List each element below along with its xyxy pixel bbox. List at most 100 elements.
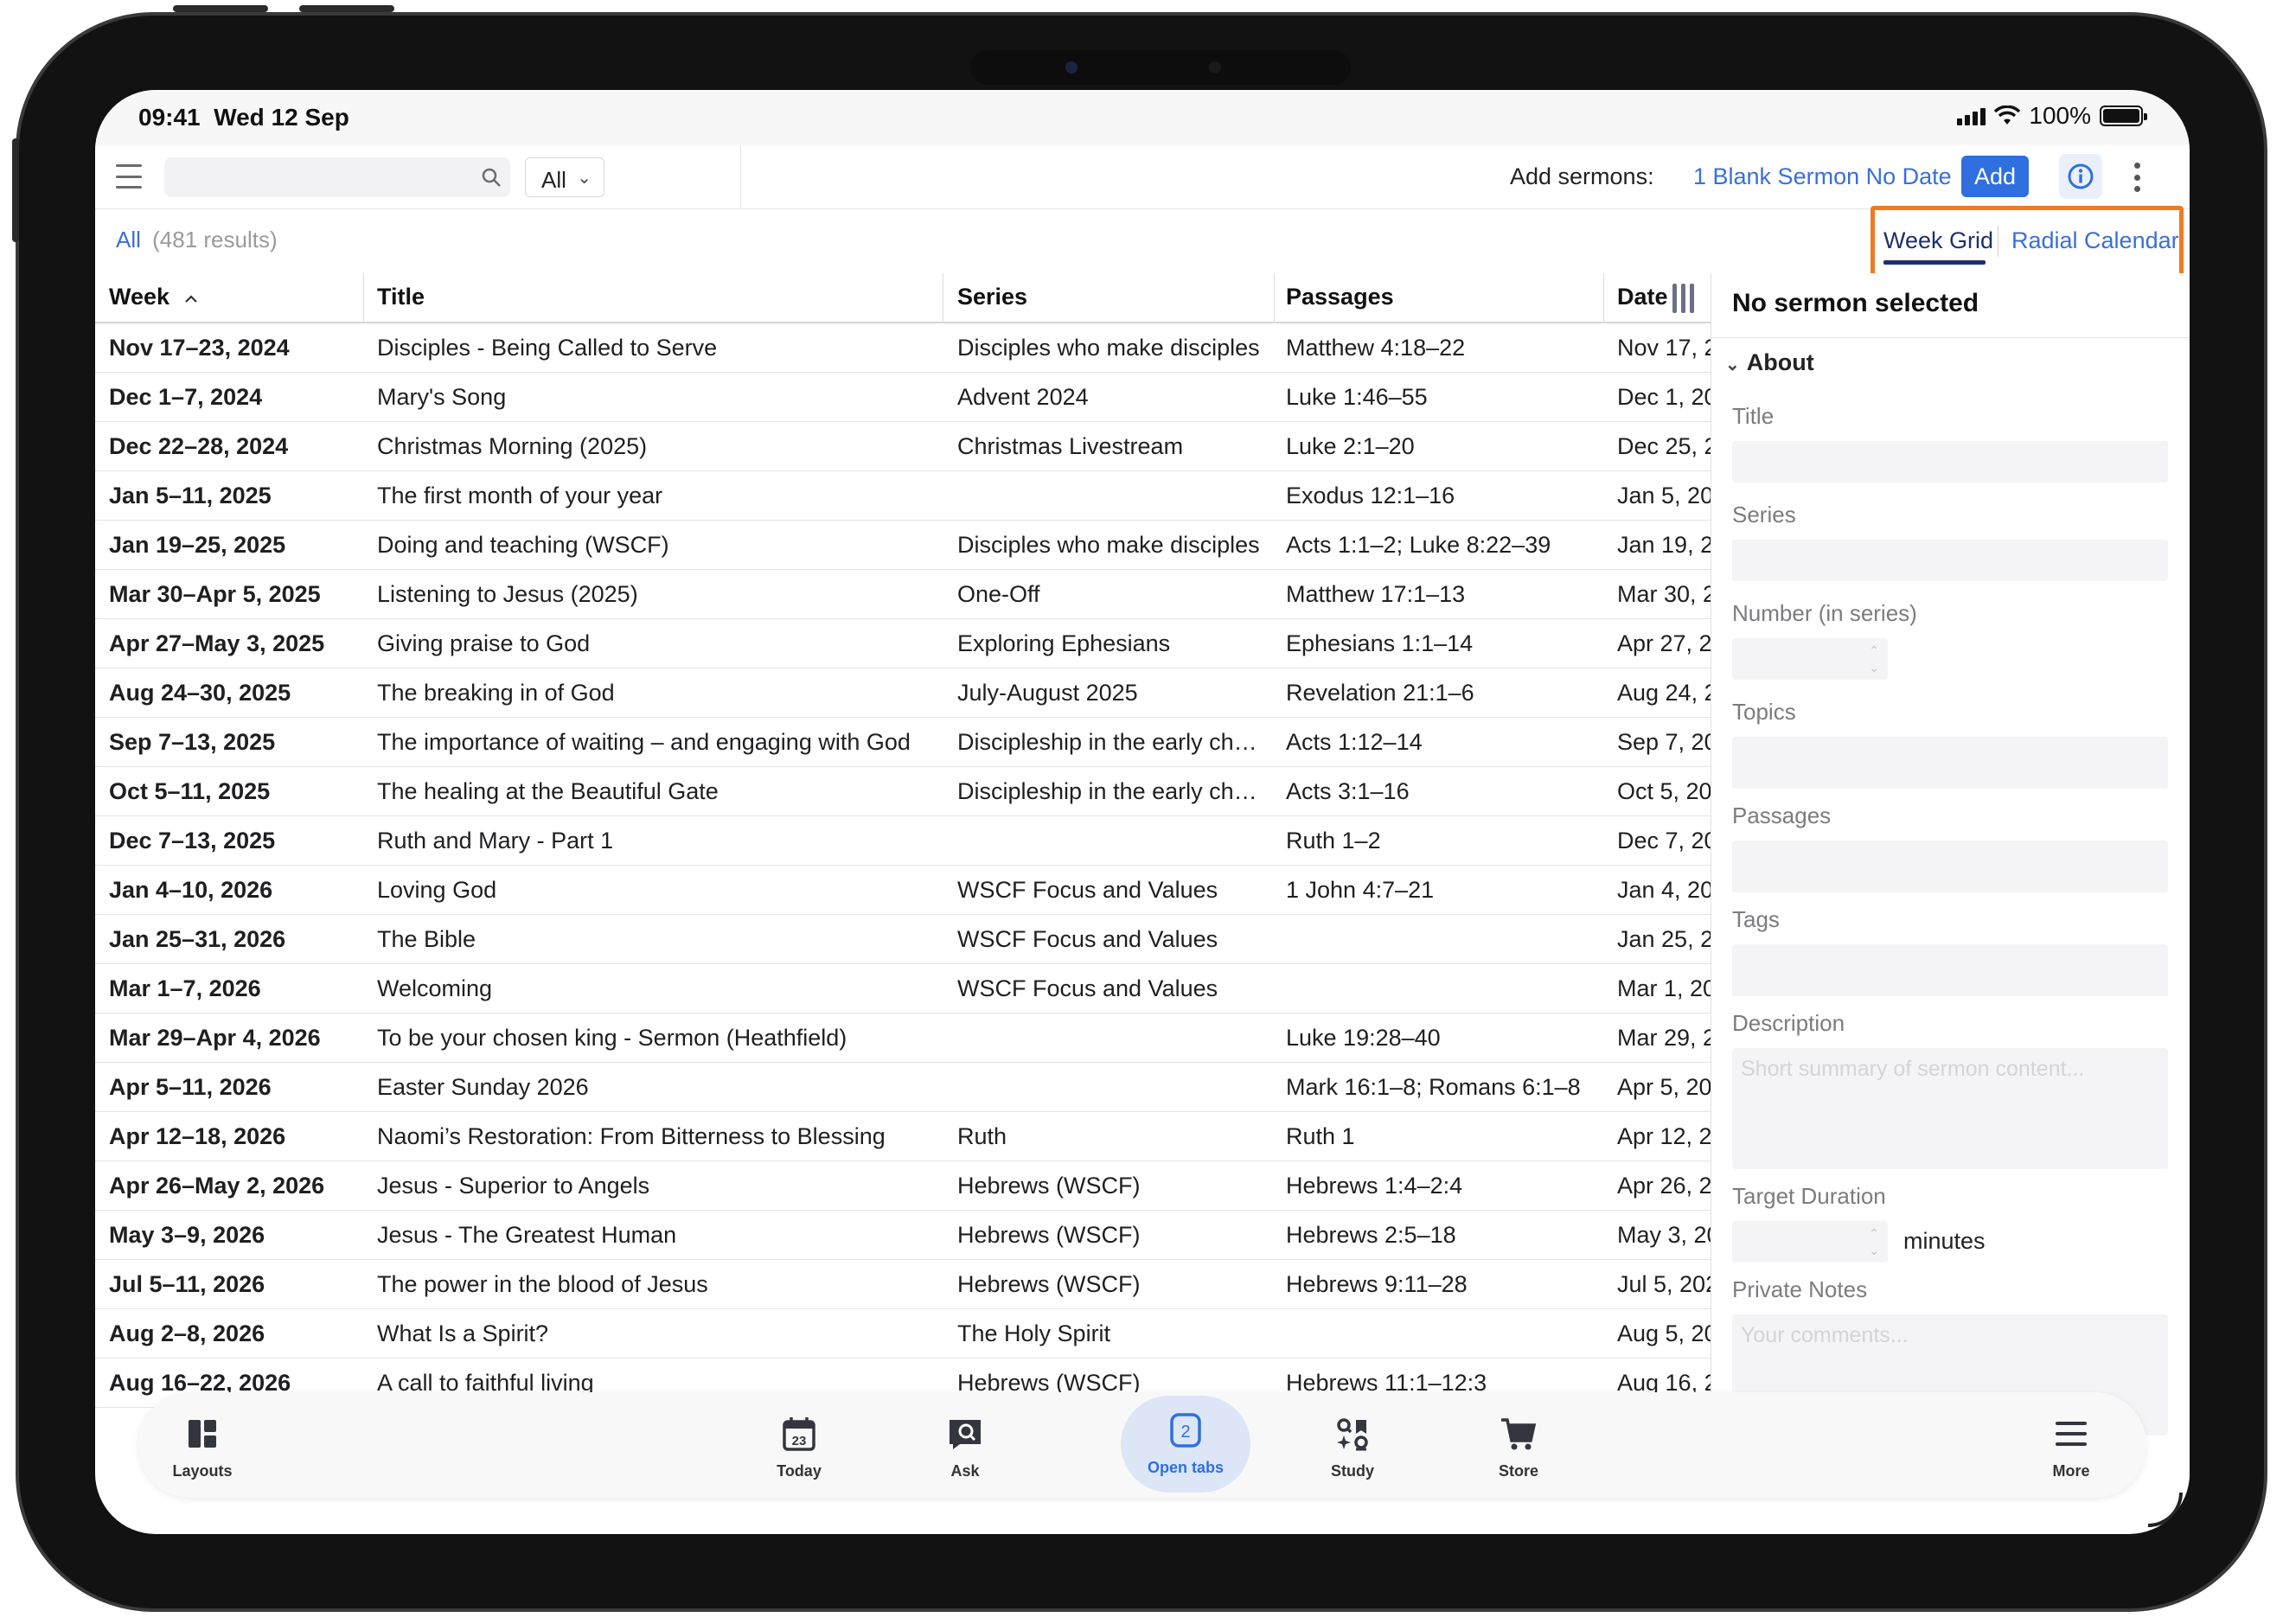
status-time: 09:41 Wed 12 Sep xyxy=(138,104,349,131)
panel-resize-handle[interactable] xyxy=(1672,284,1700,313)
column-divider[interactable] xyxy=(363,273,364,323)
stepper-arrows-icon[interactable]: ⌃ ⌄ xyxy=(1869,1224,1879,1259)
cell-passages: Ephesians 1:1–14 xyxy=(1286,630,1474,656)
cell-title: Doing and teaching (WSCF) xyxy=(377,532,669,558)
cell-passages: Matthew 17:1–13 xyxy=(1286,581,1466,607)
table-row[interactable]: Oct 5–11, 2025 The healing at the Beautif… xyxy=(95,767,1711,816)
column-header-passages[interactable]: Passages xyxy=(1286,284,1394,310)
cell-week: Jul 5–11, 2026 xyxy=(109,1271,265,1297)
add-sermons-label: Add sermons: xyxy=(1510,163,1654,189)
nav-store[interactable]: Store xyxy=(1458,1403,1579,1480)
cell-title: The Bible xyxy=(377,926,476,952)
cell-week: Dec 22–28, 2024 xyxy=(109,433,289,459)
cell-date: Jan 4, 20 xyxy=(1617,877,1711,903)
table-row[interactable]: Dec 1–7, 2024 Mary's Song Advent 2024 Luke … xyxy=(95,373,1711,422)
nav-layouts[interactable]: Layouts xyxy=(142,1403,263,1480)
cell-title: To be your chosen king - Sermon (Heathfi… xyxy=(377,1025,847,1051)
tab-week-grid[interactable]: Week Grid xyxy=(1883,227,1993,254)
cell-title: Easter Sunday 2026 xyxy=(377,1074,589,1100)
blank-sermon-link[interactable]: 1 Blank Sermon No Date xyxy=(1693,163,1952,190)
field-label-topics: Topics xyxy=(1732,699,1796,725)
status-bar: 09:41 Wed 12 Sep 100% xyxy=(95,90,2190,145)
cell-passages: Acts 1:1–2; Luke 8:22–39 xyxy=(1286,532,1551,558)
column-header-title[interactable]: Title xyxy=(377,284,425,310)
cell-week: Aug 2–8, 2026 xyxy=(109,1320,265,1346)
cell-passages: Ruth 1–2 xyxy=(1286,828,1381,854)
table-row[interactable]: Apr 26–May 2, 2026 Jesus - Superior to An… xyxy=(95,1161,1711,1211)
passages-field[interactable] xyxy=(1732,841,2168,892)
nav-ask[interactable]: Ask xyxy=(905,1403,1026,1480)
cell-date: Dec 7, 20 xyxy=(1617,828,1711,854)
table-row[interactable]: Apr 12–18, 2026 Naomi’s Restoration: From… xyxy=(95,1112,1711,1161)
column-divider[interactable] xyxy=(1603,273,1604,323)
search-icon[interactable] xyxy=(481,167,502,188)
stepper-arrows-icon[interactable]: ⌃ ⌄ xyxy=(1869,642,1879,676)
column-header-date[interactable]: Date xyxy=(1617,284,1668,310)
table-row[interactable]: Apr 5–11, 2026 Easter Sunday 2026 Mark 16:… xyxy=(95,1063,1711,1112)
table-row[interactable]: Jan 4–10, 2026 Loving God WSCF Focus and V… xyxy=(95,866,1711,915)
number-stepper[interactable]: ⌃ ⌄ xyxy=(1732,638,1888,680)
table-row[interactable]: Mar 29–Apr 4, 2026 To be your chosen king… xyxy=(95,1013,1711,1063)
column-divider[interactable] xyxy=(1274,273,1275,323)
cell-series: One-Off xyxy=(957,581,1040,607)
table-row[interactable]: May 3–9, 2026 Jesus - The Greatest Human H… xyxy=(95,1211,1711,1260)
cell-date: Dec 25, 2 xyxy=(1617,433,1711,459)
about-section-toggle[interactable]: ⌄ About xyxy=(1725,349,1814,376)
table-row[interactable]: Apr 27–May 3, 2025 Giving praise to God Ex… xyxy=(95,619,1711,668)
table-row[interactable]: Sep 7–13, 2025 The importance of waiting … xyxy=(95,718,1711,767)
filter-dropdown[interactable]: All ⌄ xyxy=(525,157,604,197)
cell-title: Christmas Morning (2025) xyxy=(377,433,648,459)
nav-more[interactable]: More xyxy=(2011,1403,2132,1480)
table-row[interactable]: Jan 19–25, 2025 Doing and teaching (WSCF)… xyxy=(95,521,1711,570)
series-field[interactable] xyxy=(1732,540,2168,581)
cell-week: Apr 26–May 2, 2026 xyxy=(109,1173,325,1199)
table-row[interactable]: Jan 5–11, 2025 The first month of your ye… xyxy=(95,471,1711,521)
column-header-series[interactable]: Series xyxy=(957,284,1027,310)
cell-title: The breaking in of God xyxy=(377,680,615,706)
table-row[interactable]: Jul 5–11, 2026 The power in the blood of … xyxy=(95,1260,1711,1309)
add-button[interactable]: Add xyxy=(1961,156,2029,197)
column-header-week[interactable]: Week xyxy=(109,284,199,310)
cell-date: Aug 24, 2 xyxy=(1617,680,1711,706)
cell-date: Mar 30, 2 xyxy=(1617,581,1711,607)
results-filter-link[interactable]: All xyxy=(116,227,141,253)
title-field[interactable] xyxy=(1732,441,2168,483)
table-row[interactable]: Nov 17–23, 2024 Disciples - Being Called … xyxy=(95,323,1711,373)
cell-week: Nov 17–23, 2024 xyxy=(109,335,290,361)
sidebar-menu-icon[interactable] xyxy=(116,164,142,189)
notes-placeholder: Your comments... xyxy=(1741,1323,1909,1347)
app-screen: 09:41 Wed 12 Sep 100% All ⌄ Add sermons:… xyxy=(95,90,2190,1534)
cell-passages: Luke 19:28–40 xyxy=(1286,1025,1441,1051)
nav-open-tabs[interactable]: 2 Open tabs xyxy=(1125,1403,1246,1477)
nav-today[interactable]: 23 Today xyxy=(739,1403,860,1480)
tags-field[interactable] xyxy=(1732,944,2168,996)
results-summary: All (481 results) xyxy=(116,227,278,253)
cell-series: Discipleship in the early ch… xyxy=(957,778,1257,804)
cell-date: Dec 1, 20 xyxy=(1617,384,1711,410)
table-row[interactable]: Dec 22–28, 2024 Christmas Morning (2025) C… xyxy=(95,422,1711,471)
results-count: (481 results) xyxy=(152,227,278,253)
table-row[interactable]: Aug 24–30, 2025 The breaking in of God Jul… xyxy=(95,668,1711,718)
cell-title: Mary's Song xyxy=(377,384,507,410)
table-row[interactable]: Mar 1–7, 2026 Welcoming WSCF Focus and Val… xyxy=(95,964,1711,1013)
cell-date: Apr 12, 2 xyxy=(1617,1123,1711,1149)
cell-week: Dec 1–7, 2024 xyxy=(109,384,263,410)
table-row[interactable]: Mar 30–Apr 5, 2025 Listening to Jesus (20… xyxy=(95,570,1711,619)
menu-icon xyxy=(2056,1422,2087,1446)
info-button[interactable] xyxy=(2059,154,2102,199)
tab-radial-calendar[interactable]: Radial Calendar xyxy=(2011,227,2179,254)
table-row[interactable]: Aug 2–8, 2026 What Is a Spirit? The Holy S… xyxy=(95,1309,1711,1359)
more-options-icon[interactable] xyxy=(2133,163,2141,192)
table-row[interactable]: Dec 7–13, 2025 Ruth and Mary - Part 1 Ruth… xyxy=(95,816,1711,866)
table-row[interactable]: Jan 25–31, 2026 The Bible WSCF Focus and V… xyxy=(95,915,1711,964)
duration-stepper[interactable]: ⌃ ⌄ xyxy=(1732,1221,1888,1263)
battery-icon xyxy=(2100,105,2147,126)
nav-study[interactable]: Study xyxy=(1292,1403,1413,1480)
table-body: Nov 17–23, 2024 Disciples - Being Called … xyxy=(95,323,1711,1408)
search-input[interactable] xyxy=(164,157,510,197)
cell-date: Nov 17, 2 xyxy=(1617,335,1711,361)
topics-field[interactable] xyxy=(1732,737,2168,789)
cell-week: Mar 30–Apr 5, 2025 xyxy=(109,581,321,607)
open-tabs-count: 2 xyxy=(1180,1423,1190,1442)
description-field[interactable]: Short summary of sermon content... xyxy=(1732,1048,2168,1169)
